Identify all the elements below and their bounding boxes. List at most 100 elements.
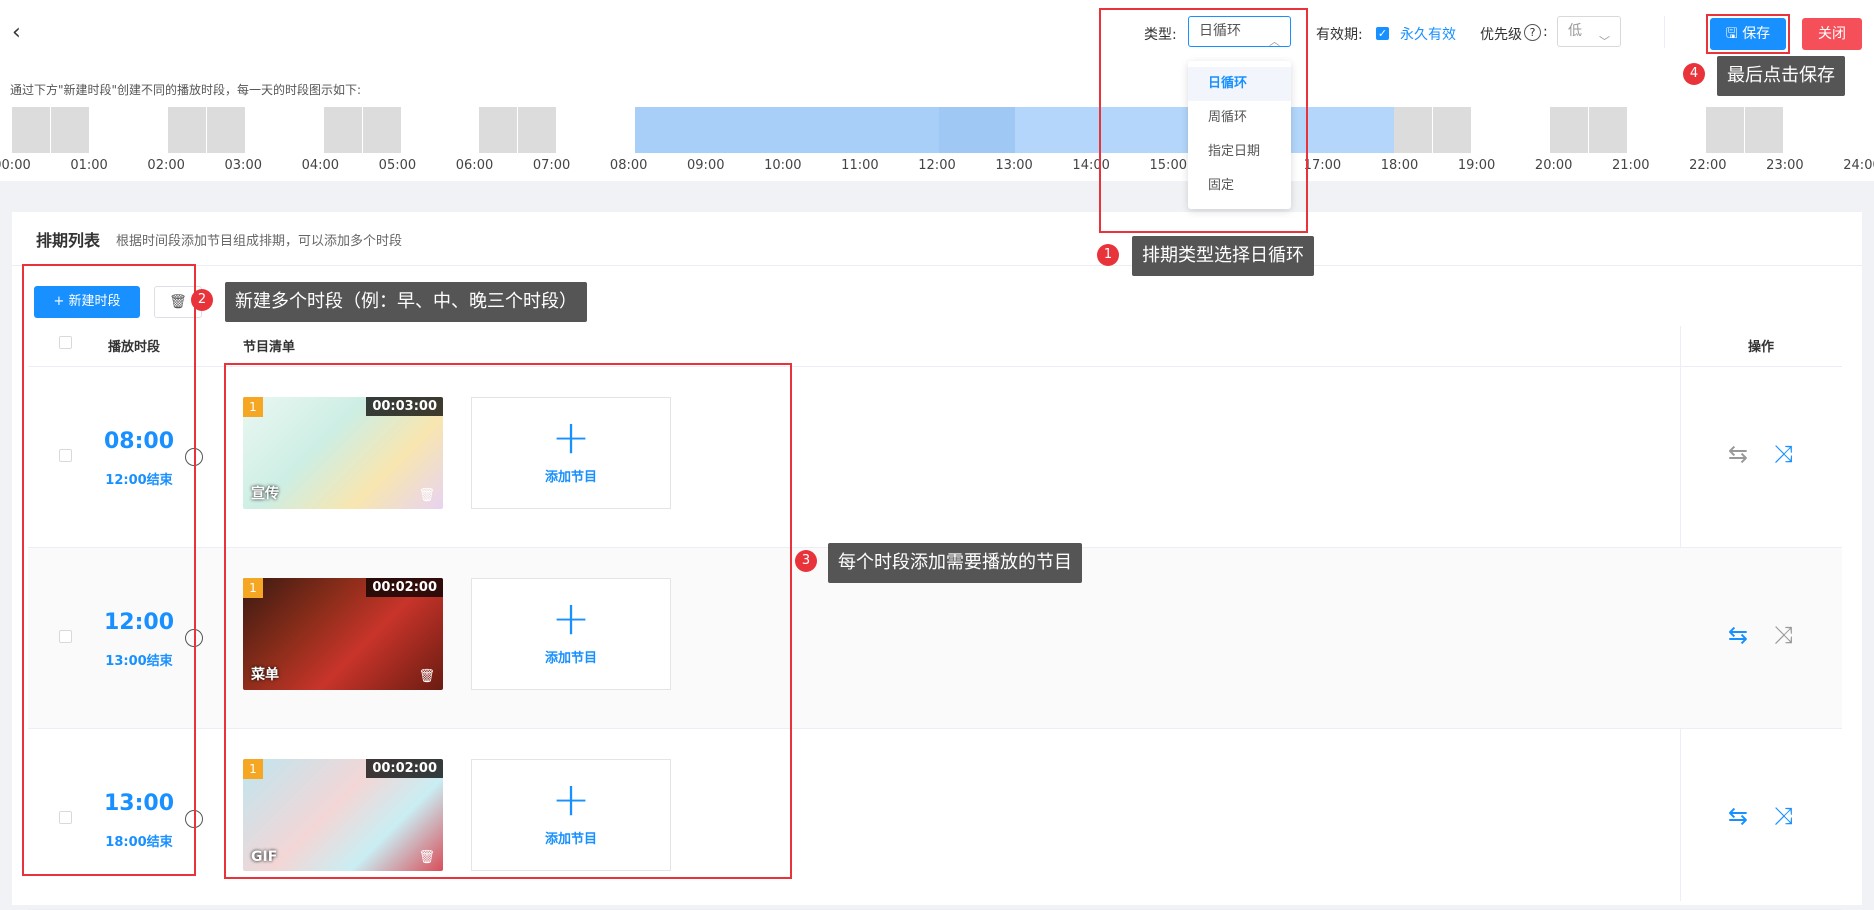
timeline-tick-label: 00:00 [0, 158, 31, 173]
annotation-4-number: 4 [1683, 63, 1705, 85]
timeline-cell [128, 107, 168, 153]
timeline-tick-label: 06:00 [455, 158, 494, 173]
col-ops-header: 操作 [1748, 340, 1775, 355]
timeline-tick-label: 09:00 [687, 158, 725, 173]
card-divider [12, 265, 1862, 266]
dropdown-option[interactable]: 固定 [1188, 169, 1291, 203]
timeline-cell [1628, 107, 1667, 153]
loop-icon[interactable]: ⇆ [1728, 802, 1748, 830]
timeline-cell [284, 107, 324, 153]
timeline-cell [1705, 107, 1745, 153]
timeline-cell [12, 107, 51, 153]
schedule-subtitle: 根据时间段添加节目组成排期，可以添加多个时段 [116, 234, 403, 249]
priority-select[interactable]: 低 ﹀ [1557, 16, 1621, 48]
timeline-cell [673, 107, 712, 153]
timeline-cell [787, 107, 826, 153]
timeline-tick-label: 23:00 [1766, 158, 1804, 173]
shuffle-icon[interactable]: ⤨ [1774, 621, 1793, 649]
timeline-tick-label: 02:00 [147, 158, 185, 173]
timeline-cell [167, 107, 207, 153]
highlight-save-button [1706, 14, 1790, 54]
timeline-tick-label: 04:00 [301, 158, 340, 173]
timeline-cell [1550, 107, 1590, 153]
timeline-tick-label: 13:00 [995, 158, 1033, 173]
timeline-cell [245, 107, 285, 153]
annotation-4-text: 最后点击保存 [1717, 56, 1845, 96]
timeline-tick-label: 17:00 [1303, 158, 1342, 173]
validity-checkbox[interactable]: ✓ [1376, 27, 1389, 40]
priority-select-value: 低 [1568, 23, 1582, 39]
timeline-cell [1433, 107, 1473, 153]
schedule-title: 排期列表 [36, 231, 101, 250]
annotation-1-number: 1 [1097, 244, 1119, 266]
timeline-cell [1666, 107, 1706, 153]
timeline-tick-label: 05:00 [378, 158, 417, 173]
timeline-cell [635, 107, 674, 153]
timeline-cell [1472, 107, 1512, 153]
timeline-ticks: 00:00 01:00 02:00 03:00 04:00 05:00 06:00 07:00… [0, 158, 1874, 176]
priority-separator: : [1543, 24, 1548, 40]
timeline-tick-label: 19:00 [1457, 158, 1496, 173]
timeline-tick-label: 24:00 [1843, 158, 1874, 173]
timeline-cell [938, 107, 977, 153]
timeline-cell [1783, 107, 1823, 153]
timeline-cell [401, 107, 441, 153]
validity-label: 有效期: [1316, 27, 1363, 43]
timeline-tick-label: 01:00 [70, 158, 108, 173]
timeline-cell [362, 107, 402, 153]
priority-label: 优先级 [1480, 27, 1522, 43]
timeline-tick-label: 11:00 [841, 158, 879, 173]
timeline-cell [440, 107, 480, 153]
timeline-tick-label: 07:00 [532, 158, 571, 173]
back-icon[interactable]: ‹ [12, 20, 21, 45]
timeline-cell [557, 107, 597, 153]
timeline-cell [1822, 107, 1862, 153]
type-dropdown-menu: 日循环 周循环 指定日期 固定 [1188, 61, 1291, 209]
dropdown-option[interactable]: 日循环 [1188, 67, 1291, 101]
timeline-cell [1356, 107, 1395, 153]
timeline-cell [1014, 107, 1053, 153]
timeline-cell [1744, 107, 1784, 153]
timeline-cell [749, 107, 788, 153]
annotation-3-number: 3 [795, 550, 817, 572]
header-divider [1664, 16, 1665, 48]
timeline-tick-label: 10:00 [764, 158, 802, 173]
highlight-program-column [224, 363, 792, 879]
help-icon[interactable]: ? [1524, 24, 1541, 41]
dropdown-option[interactable]: 指定日期 [1188, 135, 1291, 169]
annotation-2-text: 新建多个时段（例：早、中、晚三个时段） [225, 282, 587, 322]
timeline-tick-label: 20:00 [1534, 158, 1573, 173]
timeline-cell [1318, 107, 1357, 153]
chevron-down-icon: ﹀ [1599, 35, 1610, 48]
dropdown-option[interactable]: 周循环 [1188, 101, 1291, 135]
annotation-1-text: 排期类型选择日循环 [1132, 236, 1314, 276]
timeline-tick-label: 18:00 [1380, 158, 1419, 173]
close-button[interactable]: 关闭 [1802, 18, 1862, 50]
timeline-cell [1511, 107, 1551, 153]
timeline-cell [1589, 107, 1629, 153]
shuffle-icon[interactable]: ⤨ [1774, 802, 1793, 830]
timeline-cell [825, 107, 863, 153]
timeline-tick-label: 08:00 [609, 158, 648, 173]
shuffle-icon[interactable]: ⤨ [1774, 440, 1793, 468]
col-list-header: 节目清单 [243, 340, 296, 355]
timeline-tick-label: 22:00 [1689, 158, 1727, 173]
loop-icon[interactable]: ⇆ [1728, 621, 1748, 649]
validity-option-label[interactable]: 永久有效 [1400, 24, 1456, 44]
timeline-cell [89, 107, 129, 153]
timeline-cell [479, 107, 519, 153]
timeline-cell [206, 107, 246, 153]
timeline-cell [1052, 107, 1091, 153]
highlight-time-column [22, 264, 196, 876]
timeline-cell [976, 107, 1015, 153]
timeline-hint: 通过下方"新建时段"创建不同的播放时段，每一天的时段图示如下: [10, 83, 362, 97]
loop-icon[interactable]: ⇆ [1728, 440, 1748, 468]
timeline-tick-label: 12:00 [918, 158, 956, 173]
timeline-cell [1394, 107, 1434, 153]
timeline-bar [12, 107, 1862, 153]
timeline-cell [518, 107, 558, 153]
timeline-cell [862, 107, 901, 153]
timeline-cell [900, 107, 939, 153]
timeline-cell [711, 107, 750, 153]
timeline-cell [50, 107, 90, 153]
